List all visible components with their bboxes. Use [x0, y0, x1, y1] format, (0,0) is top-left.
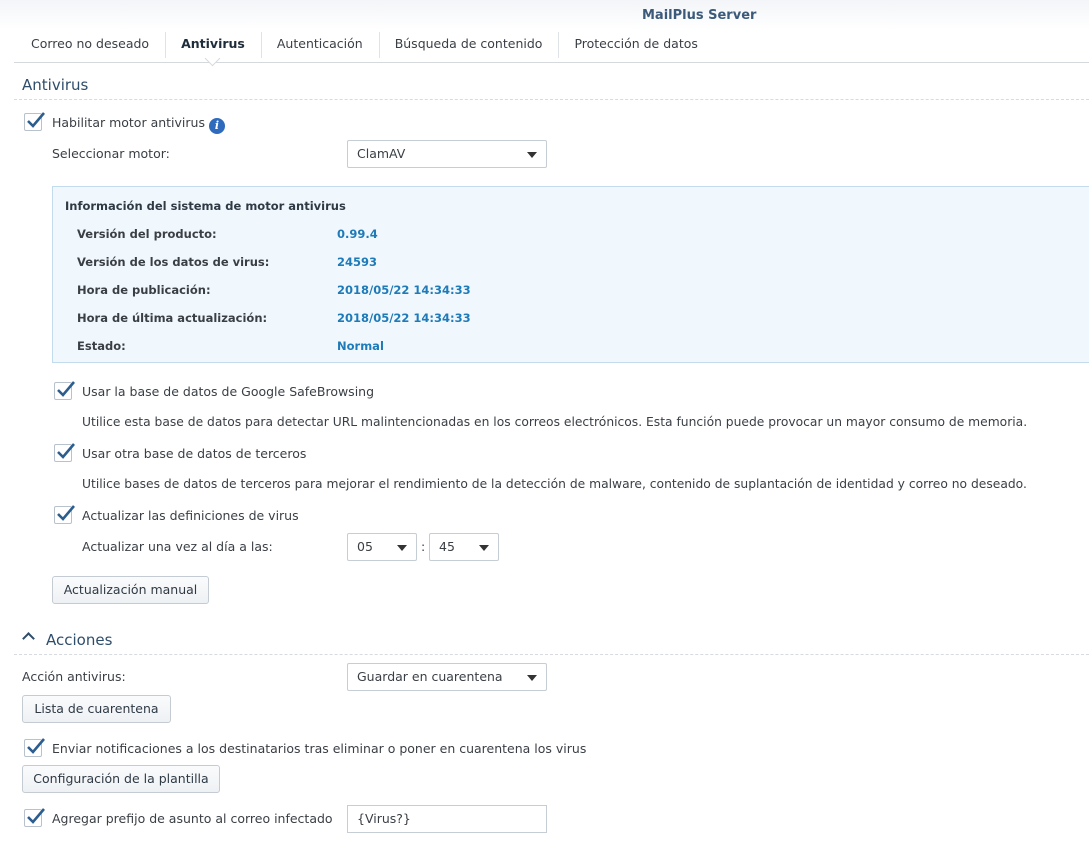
update-definitions-label: Actualizar las definiciones de virus — [82, 508, 299, 523]
info-value-release-time: 2018/05/22 14:34:33 — [337, 283, 471, 297]
section-divider — [14, 99, 1089, 100]
time-separator: : — [421, 539, 426, 554]
thirdparty-checkbox[interactable] — [54, 443, 75, 462]
checkmark-icon — [27, 112, 45, 128]
info-label-last-update: Hora de última actualización: — [77, 311, 268, 325]
update-definitions-checkbox[interactable] — [54, 505, 75, 524]
info-value-last-update: 2018/05/22 14:34:33 — [337, 311, 471, 325]
safebrowsing-label: Usar la base de datos de Google SafeBrow… — [82, 384, 375, 399]
notify-recipients-checkbox[interactable] — [24, 738, 45, 757]
app-title: MailPlus Server — [642, 8, 757, 23]
enable-antivirus-checkbox[interactable] — [24, 112, 45, 131]
chevron-up-icon[interactable] — [22, 632, 35, 645]
engine-select[interactable]: ClamAV — [347, 140, 547, 168]
enable-antivirus-label: Habilitar motor antivirus — [52, 115, 205, 130]
subject-prefix-input[interactable]: {Virus?} — [347, 805, 547, 833]
update-minute-select[interactable]: 45 — [429, 533, 499, 561]
antivirus-section-title: Antivirus — [22, 76, 89, 94]
manual-update-button[interactable]: Actualización manual — [52, 576, 209, 604]
checkmark-icon — [27, 808, 45, 824]
checkmark-icon — [57, 505, 75, 521]
update-hour-select[interactable]: 05 — [347, 533, 417, 561]
section-divider — [14, 654, 1089, 655]
antivirus-action-select[interactable]: Guardar en cuarentena — [347, 663, 547, 691]
info-icon[interactable]: i — [208, 118, 225, 134]
enable-antivirus-row: Habilitar motor antivirus i — [52, 115, 225, 134]
info-value-product-version: 0.99.4 — [337, 227, 378, 241]
info-label-status: Estado: — [77, 339, 126, 353]
caret-down-icon — [527, 675, 537, 681]
engine-select-value: ClamAV — [357, 146, 406, 161]
info-label-product-version: Versión del producto: — [77, 227, 217, 241]
quarantine-list-button[interactable]: Lista de cuarentena — [22, 695, 171, 723]
title-bar: MailPlus Server — [0, 0, 1089, 30]
update-hour-value: 05 — [357, 539, 373, 554]
checkmark-icon — [57, 381, 75, 397]
caret-down-icon — [479, 545, 489, 551]
checkmark-icon — [27, 738, 45, 754]
checkmark-icon — [57, 443, 75, 459]
thirdparty-label: Usar otra base de datos de terceros — [82, 446, 307, 461]
thirdparty-description: Utilice bases de datos de terceros para … — [82, 477, 1027, 491]
safebrowsing-description: Utilice esta base de datos para detectar… — [82, 415, 1028, 429]
caret-down-icon — [397, 545, 407, 551]
engine-info-panel: Información del sistema de motor antivir… — [52, 186, 1089, 363]
antivirus-action-value: Guardar en cuarentena — [357, 669, 503, 684]
template-settings-button[interactable]: Configuración de la plantilla — [22, 765, 220, 793]
caret-down-icon — [527, 152, 537, 158]
update-minute-value: 45 — [439, 539, 455, 554]
tab-bar: Correo no deseado Antivirus Autenticació… — [14, 30, 1089, 63]
tab-data-protection[interactable]: Protección de datos — [558, 30, 713, 60]
info-label-release-time: Hora de publicación: — [77, 283, 211, 297]
tab-authentication[interactable]: Autenticación — [260, 30, 379, 60]
actions-section-title[interactable]: Acciones — [46, 631, 112, 649]
info-label-virus-data-version: Versión de los datos de virus: — [77, 255, 270, 269]
subject-prefix-checkbox[interactable] — [24, 808, 45, 827]
tab-content-search[interactable]: Búsqueda de contenido — [378, 30, 559, 60]
engine-label: Seleccionar motor: — [52, 146, 170, 161]
update-time-label: Actualizar una vez al día a las: — [82, 539, 273, 554]
notify-recipients-label: Enviar notificaciones a los destinatario… — [52, 741, 587, 756]
tab-spam[interactable]: Correo no deseado — [14, 30, 165, 60]
subject-prefix-label: Agregar prefijo de asunto al correo infe… — [52, 811, 333, 826]
tab-antivirus[interactable]: Antivirus — [165, 30, 261, 60]
antivirus-action-label: Acción antivirus: — [22, 669, 126, 684]
info-value-virus-data-version: 24593 — [337, 255, 378, 269]
info-panel-title: Información del sistema de motor antivir… — [65, 199, 346, 213]
info-value-status: Normal — [337, 339, 384, 353]
safebrowsing-checkbox[interactable] — [54, 381, 75, 400]
